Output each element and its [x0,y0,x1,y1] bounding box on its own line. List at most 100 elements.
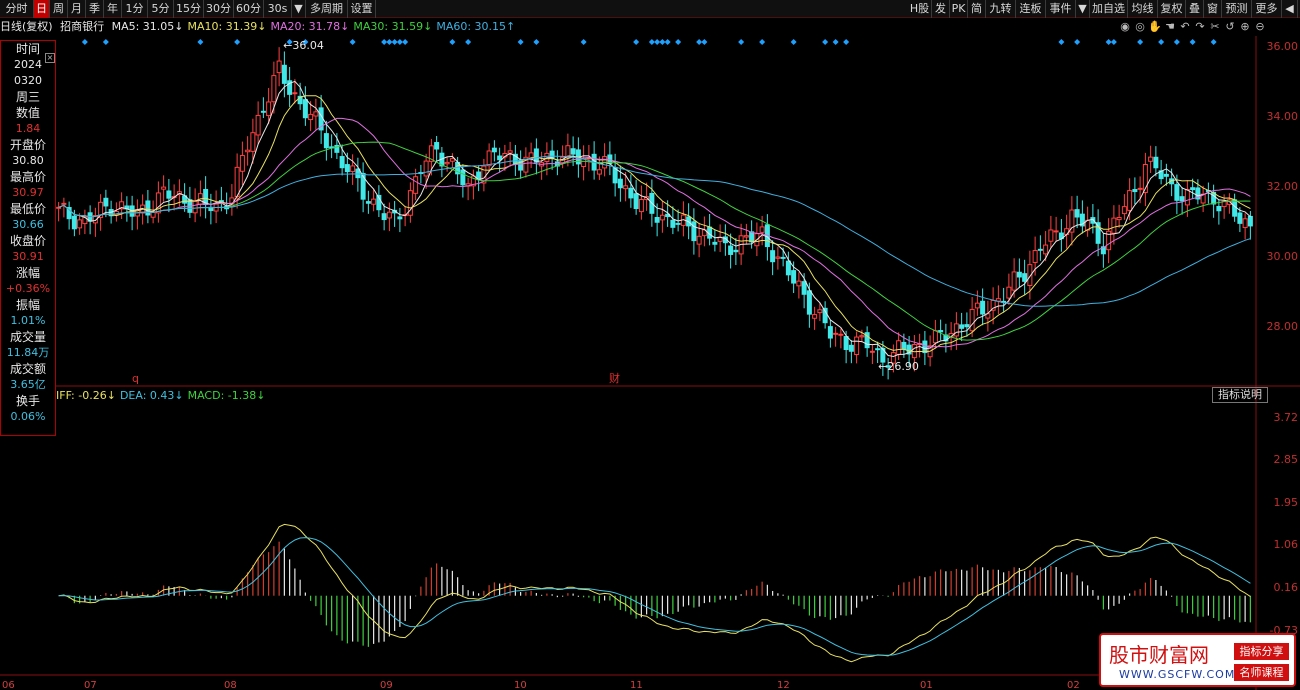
candle-body [596,169,602,175]
candle-body [1153,156,1159,169]
candle-body [292,92,298,95]
indicator-explain-button[interactable]: 指标说明 [1212,387,1268,403]
signal-diamond [1158,39,1165,45]
datawin-label-6: 最低价 [9,202,46,216]
signal-diamond [381,39,388,45]
candle-body [381,213,387,221]
candle-body [1074,209,1080,218]
candle-body [1006,286,1012,299]
candle-body [166,190,172,199]
candle-body [1053,230,1059,233]
candle-body [423,160,429,177]
candle-body [848,344,854,352]
candle-body [1016,271,1022,278]
time-tick: 12 [777,680,790,690]
signal-diamond [391,39,398,45]
candle-body [838,333,844,336]
price-tick: 30.00 [1266,250,1299,264]
candle-body [444,161,450,165]
macd-tick: 2.85 [1273,452,1299,466]
signal-diamond [822,39,829,45]
time-tick: 07 [84,680,97,690]
datawin-label-3: 数值 [15,106,40,120]
candle-body [371,198,377,205]
candle-body [1247,215,1253,227]
candle-body [980,300,986,315]
signal-diamond [1105,39,1112,45]
signal-diamond [1137,39,1144,45]
candle-body [791,270,797,284]
candle-body [71,215,77,230]
signal-diamond [1210,39,1217,45]
time-tick: 01 [920,680,933,690]
candle-body [638,199,644,213]
candle-body [192,200,198,214]
signal-diamond [533,39,540,45]
candle-body [271,75,277,103]
signal-diamond [759,39,766,45]
datawin-value-1: 0320 [14,74,42,87]
signal-diamond [1173,39,1180,45]
signal-diamond [738,39,745,45]
event-marker-q: q [132,372,139,385]
signal-diamond [659,39,666,45]
candle-body [911,343,917,359]
close-icon[interactable]: × [45,53,55,63]
candle-body [1237,212,1243,224]
candle-body [1022,273,1028,282]
candle-body [1043,244,1049,255]
signal-diamond [648,39,655,45]
datawin-value-12: 0.06% [10,410,46,423]
candle-body [1184,188,1190,206]
datawin-value-9: 1.01% [10,314,46,327]
candle-body [712,241,718,245]
candle-body [654,216,660,223]
candle-body [323,133,329,149]
time-tick: 11 [630,680,643,690]
macd-tick: 3.72 [1273,411,1299,425]
signal-diamond [102,39,109,45]
macd-value-0: IFF: -0.26↓ [56,389,116,402]
candle-body [1127,190,1133,211]
candle-body [953,323,959,337]
dea-line [58,537,1251,656]
candle-body [959,324,965,329]
datawin-label-4: 开盘价 [9,138,46,152]
candle-body [1037,248,1043,251]
datawin-label-12: 换手 [15,394,40,408]
datawin-label-9: 振幅 [15,298,40,312]
candle-body [1011,271,1017,291]
candle-body [969,308,975,332]
candle-body [964,324,970,328]
candle-body [922,340,928,354]
signal-diamond [396,39,403,45]
candle-body [633,193,639,210]
price-tick: 32.00 [1266,179,1299,193]
signal-diamond [701,39,708,45]
candle-body [1111,217,1117,234]
time-tick: 10 [514,680,527,690]
candle-body [1132,189,1138,193]
watermark-tag-course: 名师课程 [1234,664,1289,681]
watermark-tag-share: 指标分享 [1234,643,1289,660]
candle-body [659,214,665,221]
low-annotation: ←26.90 [878,360,919,373]
high-annotation: ←36.04 [283,39,324,52]
candle-body [549,150,555,159]
candle-body [728,245,734,255]
datawin-value-8: +0.36% [5,282,51,295]
candle-body [56,206,62,209]
signal-diamond [1189,39,1196,45]
candle-body [974,302,980,309]
macd-info-bar: IFF: -0.26↓ DEA: 0.43↓ MACD: -1.38↓ [56,389,269,403]
price-chart[interactable]: ←36.04 ←26.90 q 财 [0,0,1300,690]
candle-body [434,142,440,150]
candle-body [770,250,776,263]
signal-diamond [843,39,850,45]
candle-body [350,165,356,173]
candle-body [901,341,907,350]
candle-body [817,309,823,314]
candle-body [497,155,503,161]
candle-body [397,216,403,220]
candle-body [460,169,466,186]
